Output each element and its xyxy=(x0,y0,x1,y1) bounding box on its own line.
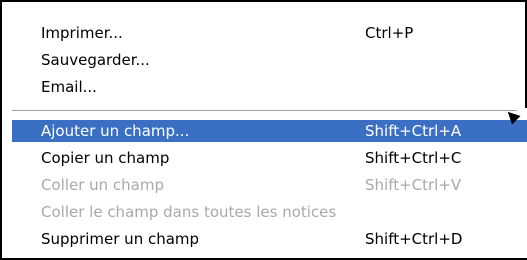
menu-item-label: Sauvegarder... xyxy=(41,51,150,69)
context-menu: Imprimer... Ctrl+P Sauvegarder... Email.… xyxy=(0,0,527,260)
menu-item-shortcut: Shift+Ctrl+V xyxy=(365,176,462,194)
menu-item-label: Ajouter un champ... xyxy=(41,122,190,140)
menu-border-left xyxy=(0,0,2,260)
menu-item-label: Copier un champ xyxy=(41,149,170,167)
menu-item-coller-champ: Coller un champ Shift+Ctrl+V xyxy=(12,174,527,196)
menu-item-imprimer[interactable]: Imprimer... Ctrl+P xyxy=(12,22,527,44)
menu-border-top xyxy=(0,0,527,2)
menu-item-label: Email... xyxy=(41,78,97,96)
menu-item-email[interactable]: Email... xyxy=(12,76,527,98)
menu-item-copier-champ[interactable]: Copier un champ Shift+Ctrl+C xyxy=(12,147,527,169)
menu-item-supprimer-champ[interactable]: Supprimer un champ Shift+Ctrl+D xyxy=(12,228,527,250)
menu-item-shortcut: Shift+Ctrl+D xyxy=(365,230,463,248)
menu-item-label: Supprimer un champ xyxy=(41,230,200,248)
menu-item-shortcut: Ctrl+P xyxy=(365,24,414,42)
menu-item-label: Coller le champ dans toutes les notices xyxy=(41,203,337,221)
menu-item-coller-champ-toutes-notices: Coller le champ dans toutes les notices xyxy=(12,201,527,223)
menu-item-ajouter-champ[interactable]: Ajouter un champ... Shift+Ctrl+A xyxy=(12,120,527,142)
menu-item-shortcut: Shift+Ctrl+A xyxy=(365,122,462,140)
menu-item-label: Coller un champ xyxy=(41,176,165,194)
menu-item-sauvegarder[interactable]: Sauvegarder... xyxy=(12,49,527,71)
menu-separator xyxy=(12,110,517,112)
menu-item-label: Imprimer... xyxy=(41,24,123,42)
menu-item-shortcut: Shift+Ctrl+C xyxy=(365,149,462,167)
